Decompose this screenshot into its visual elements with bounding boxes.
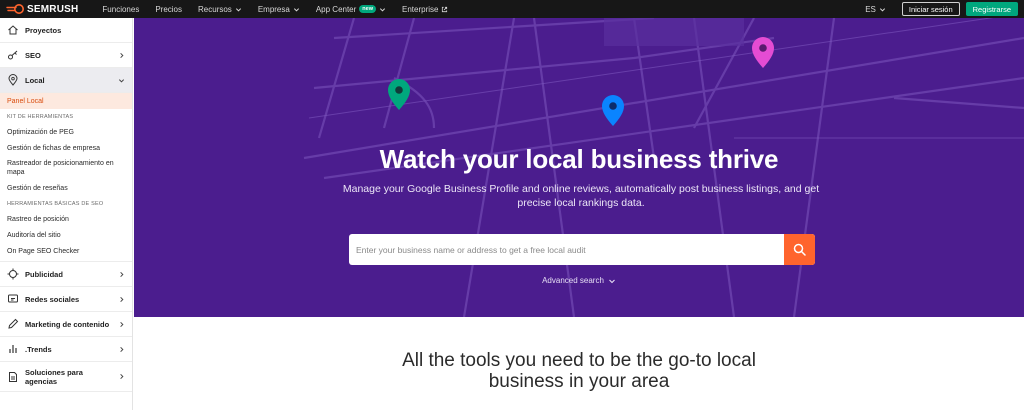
chevron-down-icon [879,7,885,11]
chevron-right-icon [120,52,124,58]
language-selector[interactable]: ES [865,5,886,14]
main-nav: Funciones Precios Recursos Empresa App C… [102,5,448,14]
home-icon [8,25,18,35]
sidebar-item-label: SEO [25,50,41,60]
sidebar-item-marketing[interactable]: Marketing de contenido [0,312,132,337]
business-search-bar [349,234,815,265]
new-badge: new [359,5,376,13]
login-button[interactable]: Iniciar sesión [901,2,960,16]
nav-label: App Center [315,4,357,14]
chevron-down-icon [293,7,299,11]
sidebar-item-label: Publicidad [25,269,63,279]
title-line: business in your area [488,371,670,392]
section-heading: KIT DE HERRAMIENTAS [7,113,74,120]
sidebar-subitem-panel-local[interactable]: Panel Local [0,93,132,109]
chevron-right-icon [120,373,124,380]
top-right-actions: ES Iniciar sesión Registrarse [865,2,1018,16]
chevron-down-icon [379,7,386,11]
pen-icon [8,318,19,329]
top-navbar: SEMRUSH Funciones Precios Recursos Empre… [0,0,1024,18]
nav-recursos[interactable]: Recursos [198,5,242,14]
map-pin-blue-icon [602,95,624,126]
nav-label: Enterprise [402,4,439,14]
sidebar-item-label: Redes sociales [25,294,80,304]
sidebar-item-seo[interactable]: SEO [0,43,132,68]
key-icon [8,50,18,60]
chevron-right-icon [120,271,124,277]
sidebar-subitem-peg[interactable]: Optimización de PEG [0,124,132,140]
tools-section-title: All the tools you need to be the go-to l… [134,350,1024,392]
sidebar-item-label: .Trends [25,344,52,354]
location-pin-icon [8,74,18,86]
nav-label: Precios [155,4,183,14]
external-link-icon [442,6,448,12]
bar-chart-icon [9,345,17,353]
brand-name: SEMRUSH [27,3,79,15]
sidebar-subitem-resenas[interactable]: Gestión de reseñas [0,180,132,196]
nav-label: Recursos [198,4,232,14]
chevron-right-icon [120,296,124,302]
search-button[interactable] [784,234,815,265]
map-pin-pink-icon [752,37,774,68]
title-line: All the tools you need to be the go-to l… [402,350,756,371]
sidebar-subitem-fichas[interactable]: Gestión de fichas de empresa [0,140,132,156]
nav-enterprise[interactable]: Enterprise [402,5,448,14]
sidebar-item-publicidad[interactable]: Publicidad [0,262,132,287]
sidebar-item-trends[interactable]: .Trends [0,337,132,362]
chevron-down-icon [235,7,241,11]
nav-label: Funciones [102,4,140,14]
nav-funciones[interactable]: Funciones [102,5,139,14]
hero-section: Watch your local business thrive Manage … [134,18,1024,317]
sidebar-subitem-rastreador[interactable]: Rastreador de posicionamiento en mapa [0,156,132,180]
sidebar: Proyectos SEO Local Panel Local KIT DE H… [0,18,133,410]
sidebar-item-redes[interactable]: Redes sociales [0,287,132,312]
hero-subtitle: Manage your Google Business Profile and … [342,183,820,209]
chevron-right-icon [120,346,124,352]
sidebar-item-soluciones[interactable]: Soluciones para agencias [0,362,132,392]
social-chat-icon [8,294,18,303]
sidebar-subitem-rastreo[interactable]: Rastreo de posición [0,211,132,227]
nav-precios[interactable]: Precios [155,5,182,14]
document-icon [9,371,17,382]
business-search-input[interactable] [349,234,784,265]
section-heading: HERRAMIENTAS BÁSICAS DE SEO [7,200,104,207]
advanced-search-toggle[interactable]: Advanced search [134,276,1024,285]
nav-label: Empresa [257,4,290,14]
search-icon [793,243,806,256]
sidebar-item-label: Local [25,75,45,85]
target-icon [7,268,19,280]
advanced-search-label: Advanced search [542,276,604,285]
sidebar-item-label: Marketing de contenido [25,319,110,329]
semrush-logo[interactable]: SEMRUSH [6,4,78,15]
chevron-down-icon [609,279,615,283]
local-submenu: Panel Local KIT DE HERRAMIENTAS Optimiza… [0,93,132,262]
sidebar-subitem-auditoria[interactable]: Auditoría del sitio [0,227,132,243]
nav-app-center[interactable]: App Center new [316,5,386,14]
hero-title: Watch your local business thrive [379,144,779,174]
sidebar-subitem-onpage[interactable]: On Page SEO Checker [0,243,132,259]
semrush-flame-icon [6,4,24,14]
nav-empresa[interactable]: Empresa [258,5,300,14]
chevron-right-icon [120,321,124,327]
sidebar-item-label: Proyectos [25,25,62,35]
sidebar-item-local[interactable]: Local [0,68,132,93]
sidebar-item-proyectos[interactable]: Proyectos [0,18,132,43]
chevron-down-icon [118,78,125,82]
sidebar-item-label: Soluciones para agencias [25,367,83,386]
register-button[interactable]: Registrarse [965,2,1018,16]
language-label: ES [865,4,876,14]
